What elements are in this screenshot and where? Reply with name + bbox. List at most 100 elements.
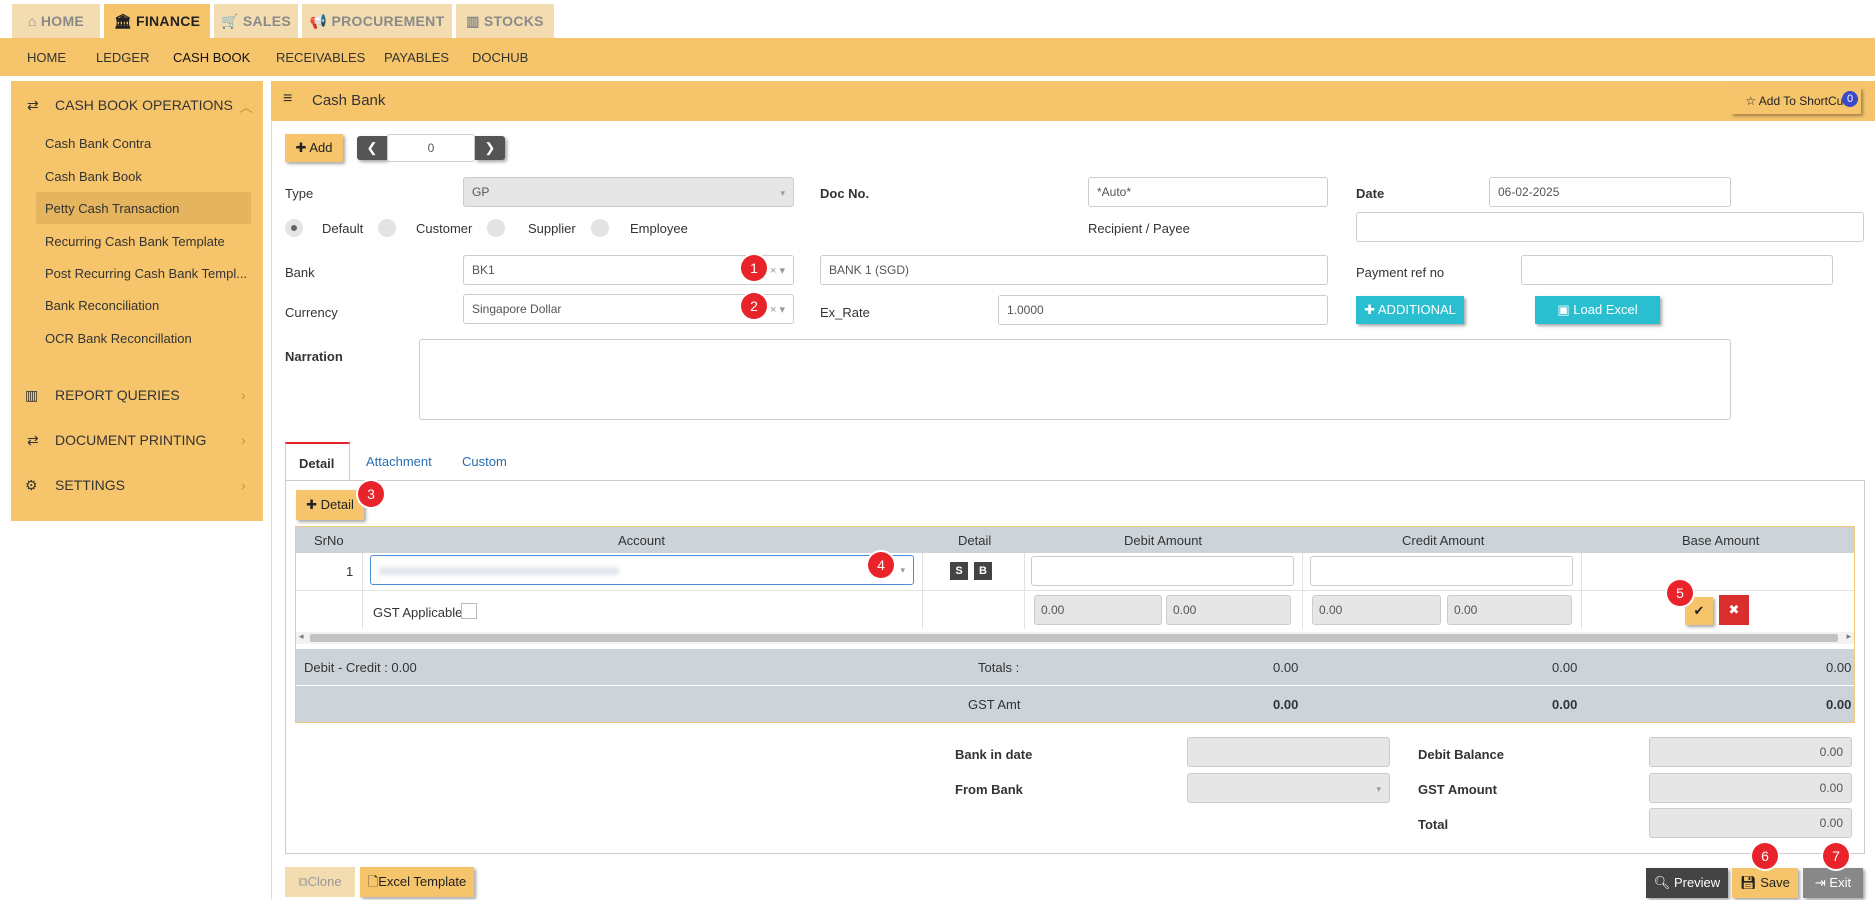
- clear-caret-icon[interactable]: × ▾: [770, 296, 785, 324]
- sidebar-item-bank-reconciliation[interactable]: Bank Reconciliation: [45, 298, 159, 313]
- col-detail: Detail: [958, 533, 992, 548]
- add-detail-button[interactable]: ✚ Detail: [296, 490, 364, 520]
- radio-customer[interactable]: [378, 219, 396, 237]
- add-button[interactable]: ✚ Add: [285, 134, 343, 162]
- next-record-button[interactable]: ❯: [475, 136, 505, 160]
- module-tab-procurement[interactable]: 📢 PROCUREMENT: [302, 4, 452, 38]
- credit-amount-input[interactable]: [1310, 556, 1573, 586]
- col-divider: [1302, 553, 1303, 629]
- gst-amt-credit: 0.00: [1552, 697, 1578, 712]
- total-label: Total: [1418, 817, 1449, 832]
- type-label: Type: [285, 186, 314, 201]
- clone-button[interactable]: ⧉Clone: [285, 867, 355, 897]
- close-icon: ✖: [1728, 602, 1740, 617]
- narration-textarea[interactable]: [419, 339, 1731, 420]
- bar-chart-icon: ▥: [25, 387, 39, 403]
- col-credit: Credit Amount: [1402, 533, 1485, 548]
- date-field[interactable]: 06-02-2025: [1489, 177, 1731, 207]
- sidebar-item-ocr-bank-reconciliation[interactable]: OCR Bank Reconcillation: [45, 331, 192, 346]
- account-blurred-value: [379, 567, 619, 575]
- shortcut-count-badge: 0: [1842, 91, 1858, 107]
- additional-button[interactable]: ✚ ADDITIONAL: [1356, 296, 1464, 324]
- chevron-up-icon: ︿: [239, 99, 253, 115]
- page-title: Cash Bank: [312, 92, 386, 109]
- sidebar-item-post-recurring[interactable]: Post Recurring Cash Bank Templ...: [45, 266, 247, 281]
- subnav-receivables[interactable]: RECEIVABLES: [276, 50, 365, 65]
- scroll-right-icon[interactable]: ▸: [1846, 631, 1851, 642]
- copy-icon: ⧉: [298, 874, 308, 889]
- subnav-home[interactable]: HOME: [27, 50, 66, 65]
- payref-field[interactable]: [1521, 255, 1833, 285]
- subnav-dochub[interactable]: DOCHUB: [472, 50, 528, 65]
- gst-amount-field: 0.00: [1649, 773, 1852, 803]
- from-bank-label: From Bank: [955, 782, 1023, 797]
- tab-custom[interactable]: Custom: [462, 454, 507, 469]
- chevron-right-icon: ›: [241, 432, 246, 448]
- account-select[interactable]: ▾: [370, 555, 914, 585]
- debit-credit-diff: Debit - Credit : 0.00: [304, 660, 417, 675]
- scrollbar-thumb[interactable]: [310, 634, 1838, 642]
- narration-label: Narration: [285, 349, 343, 364]
- gst-debit-2: 0.00: [1166, 595, 1291, 625]
- col-divider: [922, 553, 923, 629]
- module-tab-home[interactable]: ⌂ HOME: [12, 4, 100, 38]
- record-number-field[interactable]: 0: [387, 134, 475, 162]
- prev-record-button[interactable]: ❮: [357, 136, 387, 160]
- excel-template-button[interactable]: 🗋Excel Template: [360, 867, 474, 897]
- radio-supplier[interactable]: [487, 219, 505, 237]
- exit-button[interactable]: ⇥ Exit: [1803, 868, 1863, 898]
- sidebar-section-document-printing[interactable]: ⇄ DOCUMENT PRINTING ›: [11, 432, 263, 456]
- chevron-right-icon: ›: [241, 387, 246, 403]
- docno-field[interactable]: *Auto*: [1088, 177, 1328, 207]
- clear-caret-icon[interactable]: × ▾: [770, 257, 785, 285]
- sub-nav: HOME LEDGER CASH BOOK RECEIVABLES PAYABL…: [0, 38, 1875, 76]
- sidebar-section-report-queries[interactable]: ▥ REPORT QUERIES ›: [11, 387, 263, 411]
- module-tab-stocks[interactable]: ▥ STOCKS: [456, 4, 554, 38]
- subnav-payables[interactable]: PAYABLES: [384, 50, 449, 65]
- cart-icon: 🛒: [220, 13, 243, 29]
- debit-amount-input[interactable]: [1031, 556, 1294, 586]
- subnav-ledger[interactable]: LEDGER: [96, 50, 149, 65]
- home-icon: ⌂: [27, 13, 41, 29]
- col-divider: [362, 553, 363, 629]
- load-excel-button[interactable]: ▣ Load Excel: [1535, 296, 1660, 324]
- horizontal-scrollbar[interactable]: ◂ ▸: [296, 631, 1854, 644]
- bank-in-date-field[interactable]: [1187, 737, 1390, 767]
- gst-applicable-checkbox[interactable]: [461, 603, 477, 619]
- b-button[interactable]: B: [974, 562, 992, 580]
- from-bank-select[interactable]: ▾: [1187, 773, 1390, 803]
- sidebar-section-settings[interactable]: ⚙ SETTINGS ›: [11, 477, 263, 501]
- scroll-left-icon[interactable]: ◂: [299, 631, 304, 642]
- delete-row-button[interactable]: ✖: [1719, 595, 1749, 625]
- gst-amt-label: GST Amt: [968, 697, 1021, 712]
- sidebar-item-petty-cash[interactable]: Petty Cash Transaction: [45, 201, 179, 216]
- check-icon: ✔: [1693, 603, 1705, 618]
- step-badge-2: 2: [741, 293, 767, 319]
- radio-employee[interactable]: [591, 219, 609, 237]
- file-icon: 🗋: [367, 874, 379, 889]
- preview-button[interactable]: 🔍︎ Preview: [1646, 868, 1728, 898]
- tab-attachment[interactable]: Attachment: [366, 454, 432, 469]
- sidebar-item-cash-bank-book[interactable]: Cash Bank Book: [45, 169, 142, 184]
- recipient-field[interactable]: [1356, 212, 1864, 242]
- module-tab-finance[interactable]: 🏛 FINANCE: [104, 4, 210, 38]
- sidebar-item-recurring-template[interactable]: Recurring Cash Bank Template: [45, 234, 225, 249]
- sidebar-item-cash-bank-contra[interactable]: Cash Bank Contra: [45, 136, 151, 151]
- subnav-cash-book[interactable]: CASH BOOK: [173, 50, 250, 65]
- gst-credit-1: 0.00: [1312, 595, 1441, 625]
- radio-supplier-label: Supplier: [528, 221, 576, 236]
- menu-icon[interactable]: ≡: [283, 90, 292, 108]
- sidebar-section-cash-book-operations[interactable]: ⇄ CASH BOOK OPERATIONS ︿: [11, 97, 263, 121]
- module-tab-sales[interactable]: 🛒 SALES: [214, 4, 298, 38]
- s-button[interactable]: S: [950, 562, 968, 580]
- debit-balance-field: 0.00: [1649, 737, 1852, 767]
- main-divider: [271, 121, 272, 900]
- exrate-field[interactable]: 1.0000: [998, 295, 1328, 325]
- type-select[interactable]: GP ▾: [463, 177, 794, 207]
- tab-detail[interactable]: Detail: [285, 442, 350, 480]
- radio-default[interactable]: [285, 219, 303, 237]
- total-base: 0.00: [1826, 660, 1852, 675]
- excel-icon: ▣: [1557, 302, 1570, 317]
- detail-table-header: SrNo Account Detail Debit Amount Credit …: [296, 527, 1854, 553]
- save-button[interactable]: 💾︎ Save: [1732, 868, 1798, 898]
